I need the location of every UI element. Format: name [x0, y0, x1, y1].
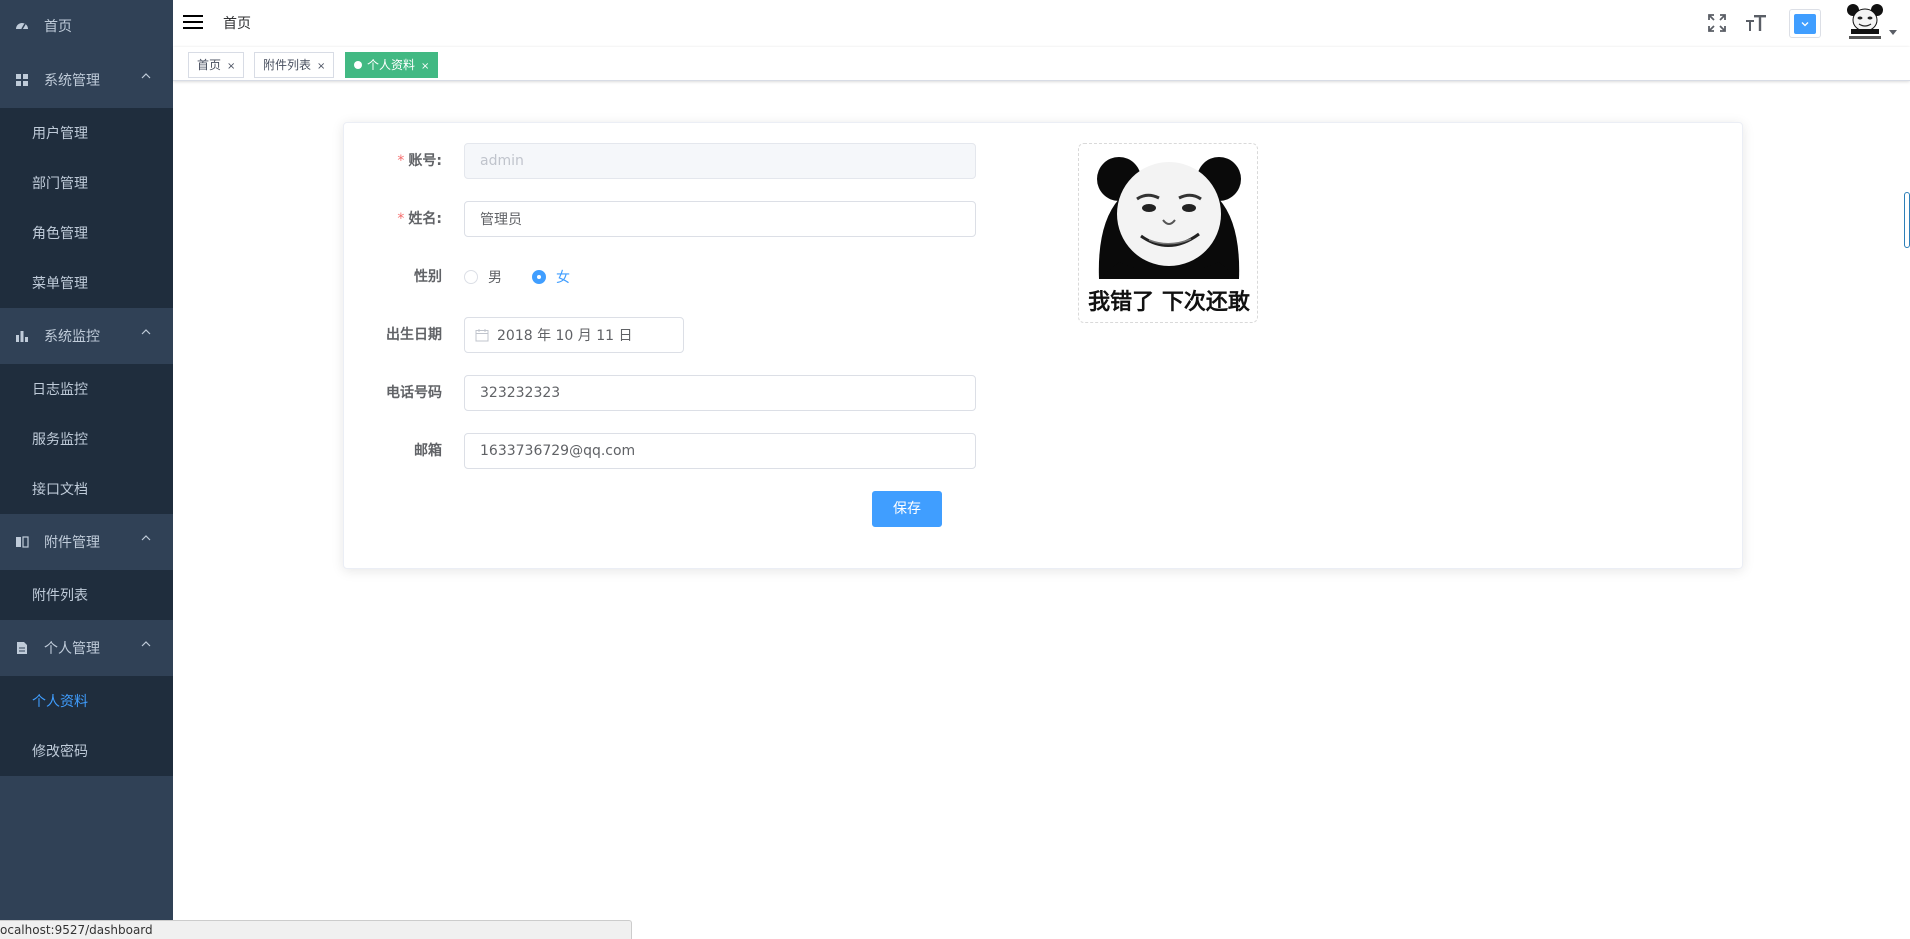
phone-row: 电话号码: [344, 375, 1044, 411]
chart-icon: [14, 328, 30, 344]
sidebar-item-departments[interactable]: 部门管理: [0, 158, 173, 208]
account-row: * 账号:: [344, 143, 1044, 179]
radio-label: 男: [488, 270, 502, 286]
chevron-up-icon: [141, 73, 151, 79]
gender-label: 性别: [414, 269, 442, 285]
dashboard-icon: [14, 18, 30, 34]
sidebar-item-attachment-management[interactable]: 附件管理: [0, 514, 173, 570]
avatar-uploader[interactable]: 我错了 下次还敢: [1078, 143, 1258, 323]
chevron-up-icon: [141, 535, 151, 541]
phone-field[interactable]: [464, 375, 976, 411]
required-mark: *: [397, 211, 405, 227]
document-icon: [14, 640, 30, 656]
sidebar-item-label: 附件管理: [44, 535, 100, 551]
sidebar-item-profile[interactable]: 个人资料: [0, 676, 173, 726]
sidebar-item-users[interactable]: 用户管理: [0, 108, 173, 158]
sidebar-item-attachment-list[interactable]: 附件列表: [0, 570, 173, 620]
gender-male-radio[interactable]: 男: [464, 267, 502, 287]
sidebar-item-label: 修改密码: [32, 744, 88, 760]
sidebar-item-label: 菜单管理: [32, 276, 88, 292]
sidebar-item-log-monitor[interactable]: 日志监控: [0, 364, 173, 414]
panda-avatar-image: [1097, 157, 1241, 279]
profile-card: *账号: *姓名: 性别 男 女 出生日期 2018 年 10 月 11 日 电…: [343, 122, 1743, 569]
tag-label: 首页: [197, 58, 222, 72]
status-bar-url: ocalhost:9527/dashboard: [0, 920, 632, 939]
tag-profile[interactable]: 个人资料 ×: [345, 52, 439, 79]
sidebar-item-personal-management[interactable]: 个人管理: [0, 620, 173, 676]
sidebar-item-label: 服务监控: [32, 432, 88, 448]
avatar[interactable]: [1845, 2, 1885, 42]
close-icon[interactable]: ×: [421, 55, 429, 79]
book-icon: [14, 534, 30, 550]
sidebar-item-label: 角色管理: [32, 226, 88, 242]
name-label: * 姓名:: [397, 211, 442, 227]
sidebar-item-label: 个人资料: [32, 694, 88, 710]
font-size-icon[interactable]: [1745, 12, 1767, 34]
breadcrumb[interactable]: 首页: [223, 13, 251, 33]
caret-down-icon[interactable]: [1889, 28, 1897, 36]
chevron-up-icon: [141, 329, 151, 335]
tag-label: 个人资料: [367, 58, 416, 72]
sidebar-item-label: 首页: [44, 19, 72, 35]
sidebar-item-label: 个人管理: [44, 641, 100, 657]
birth-label: 出生日期: [386, 327, 442, 343]
sidebar-item-label: 系统管理: [44, 73, 100, 89]
account-field: [464, 143, 976, 179]
chevron-up-icon: [141, 641, 151, 647]
tag-home[interactable]: 首页 ×: [188, 52, 245, 79]
hamburger-icon[interactable]: [183, 12, 203, 32]
active-dot-icon: [354, 60, 362, 69]
close-icon[interactable]: ×: [227, 55, 235, 79]
sidebar-item-home[interactable]: 首页: [0, 0, 173, 52]
sidebar-item-label: 日志监控: [32, 382, 88, 398]
sidebar-item-system-management[interactable]: 系统管理: [0, 52, 173, 108]
sidebar-item-roles[interactable]: 角色管理: [0, 208, 173, 258]
birth-date-value: 2018 年 10 月 11 日: [497, 328, 633, 344]
sidebar-item-service-monitor[interactable]: 服务监控: [0, 414, 173, 464]
sidebar-item-label: 附件列表: [32, 588, 88, 604]
sidebar-item-label: 用户管理: [32, 126, 88, 142]
email-label: 邮箱: [414, 443, 442, 459]
sidebar-item-label: 部门管理: [32, 176, 88, 192]
name-field[interactable]: [464, 201, 976, 237]
email-row: 邮箱: [344, 433, 1044, 469]
gender-row: 性别 男 女: [344, 259, 1044, 295]
required-mark: *: [397, 153, 405, 169]
radio-circle: [532, 270, 546, 284]
sidebar-item-api-docs[interactable]: 接口文档: [0, 464, 173, 514]
grid-icon: [14, 72, 30, 88]
email-field[interactable]: [464, 433, 976, 469]
save-button[interactable]: 保存: [872, 491, 942, 527]
sidebar-item-menus[interactable]: 菜单管理: [0, 258, 173, 308]
phone-label: 电话号码: [386, 385, 442, 401]
calendar-icon: [475, 329, 489, 342]
scrollbar-handle[interactable]: [1904, 192, 1910, 248]
gender-female-radio[interactable]: 女: [532, 267, 570, 287]
sidebar-item-system-monitor[interactable]: 系统监控: [0, 308, 173, 364]
sidebar-item-label: 接口文档: [32, 482, 88, 498]
close-icon[interactable]: ×: [317, 55, 325, 79]
tags-view: 首页 × 附件列表 × 个人资料 ×: [173, 47, 1910, 81]
radio-circle: [464, 270, 478, 284]
sidebar: 首页 系统管理 用户管理 部门管理 角色管理 菜单管理 系统监控 日志监控 服务…: [0, 0, 173, 920]
sidebar-item-label: 系统监控: [44, 329, 100, 345]
theme-select[interactable]: [1789, 9, 1821, 38]
tag-label: 附件列表: [263, 58, 312, 72]
chevron-down-icon: [1794, 14, 1816, 34]
avatar-caption: 我错了 下次还敢: [1088, 290, 1250, 315]
birth-row: 出生日期 2018 年 10 月 11 日: [344, 317, 1044, 353]
sidebar-item-change-password[interactable]: 修改密码: [0, 726, 173, 776]
tag-attachment-list[interactable]: 附件列表 ×: [254, 52, 335, 79]
name-row: * 姓名:: [344, 201, 1044, 237]
navbar: 首页: [173, 0, 1910, 47]
birth-date-picker[interactable]: 2018 年 10 月 11 日: [464, 317, 684, 353]
fullscreen-icon[interactable]: [1706, 12, 1728, 34]
account-label: * 账号:: [397, 153, 442, 169]
radio-label: 女: [556, 270, 570, 286]
